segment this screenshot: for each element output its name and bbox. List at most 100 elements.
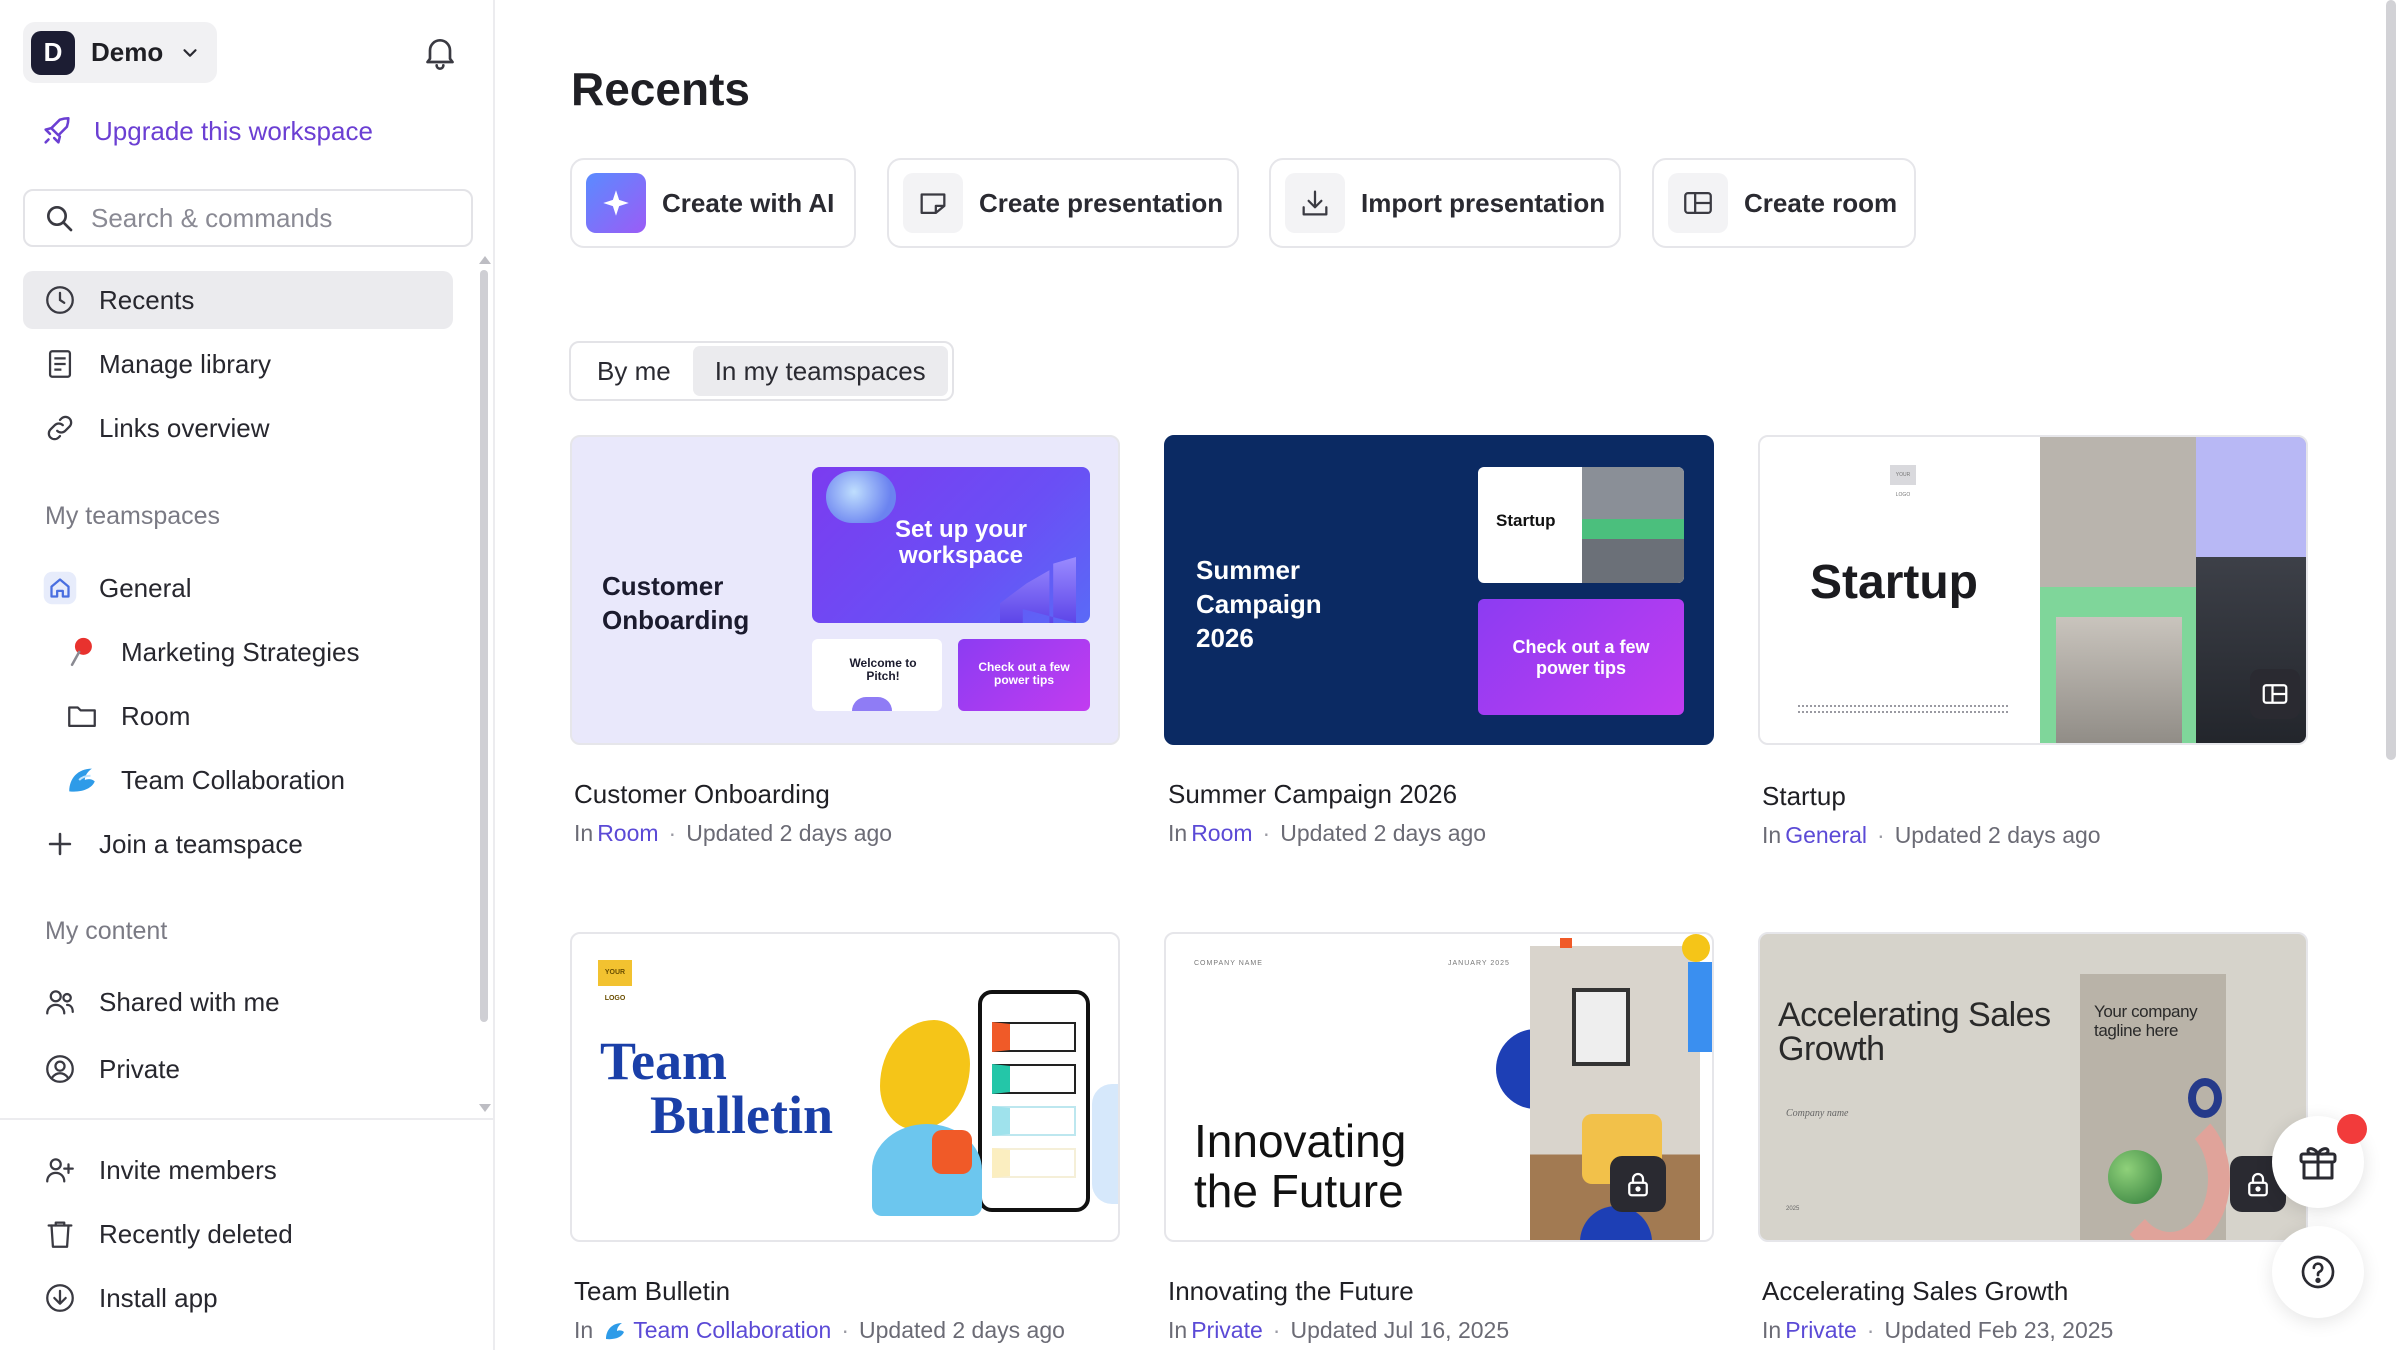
presentation-card[interactable]: Accelerating Sales Growth Company name 2… [1758, 932, 2308, 1344]
sidebar-item-shared-with-me[interactable]: Shared with me [23, 973, 453, 1031]
help-button[interactable] [2272, 1226, 2364, 1318]
create-room-button[interactable]: Create room [1652, 158, 1916, 248]
user-plus-icon [46, 1158, 74, 1183]
card-in-label: In [1168, 820, 1188, 846]
decor-orb [826, 471, 896, 523]
section-my-teamspaces: My teamspaces [45, 502, 221, 530]
trash-icon [47, 1221, 73, 1248]
main-scrollbar[interactable] [2386, 0, 2396, 760]
thumb-panel-a: Welcome to Pitch! [812, 639, 942, 711]
sidebar-item-team-collaboration[interactable]: Team Collaboration [23, 751, 453, 809]
thumb-panel-a-text: Startup [1496, 511, 1556, 530]
import-icon [1285, 173, 1345, 233]
filter-by-me[interactable]: By me [575, 346, 693, 396]
presentation-card[interactable]: Customer Onboarding Set up your workspac… [570, 435, 1120, 847]
card-title[interactable]: Accelerating Sales Growth [1758, 1276, 2308, 1307]
card-thumbnail[interactable]: Accelerating Sales Growth Company name 2… [1758, 932, 2308, 1242]
recently-deleted-button[interactable]: Recently deleted [23, 1205, 453, 1263]
create-with-ai-button[interactable]: Create with AI [570, 158, 856, 248]
card-meta: In Room · Updated 2 days ago [1164, 820, 1714, 847]
action-label: Import presentation [1361, 187, 1606, 218]
thumb-panel-b: Check out a few power tips [1478, 599, 1684, 715]
thumb-company: Company name [1786, 1108, 1849, 1119]
card-location-link[interactable]: General [1785, 822, 1867, 849]
thumb-photo-collage [2040, 437, 2306, 743]
thumb-panel-a: Startup [1478, 467, 1684, 583]
thumb-headline: Startup [1810, 556, 1978, 609]
sidebar-scroll-down[interactable] [479, 1104, 491, 1112]
card-thumbnail[interactable]: YOUR LOGO Team Bulletin [570, 932, 1120, 1242]
decor-row [992, 1148, 1076, 1178]
recents-filter: By me In my teamspaces [569, 341, 954, 401]
sidebar-item-private[interactable]: Private [23, 1040, 453, 1098]
download-icon [46, 1284, 74, 1312]
card-location-link[interactable]: Private [1191, 1317, 1263, 1344]
workspace-switcher[interactable]: D Demo [23, 22, 217, 83]
card-thumbnail[interactable]: Customer Onboarding Set up your workspac… [570, 435, 1120, 745]
presentation-card[interactable]: YOUR LOGO Team Bulletin Team Bulletin In… [570, 932, 1120, 1344]
card-meta: In Private · Updated Feb 23, 2025 [1758, 1317, 2308, 1344]
card-thumbnail[interactable]: YOUR LOGO Startup [1758, 435, 2308, 745]
action-label: Create presentation [979, 187, 1224, 218]
card-thumbnail[interactable]: COMPANY NAME JANUARY 2025 Innovating the… [1164, 932, 1714, 1242]
search-input[interactable] [91, 202, 451, 234]
card-title[interactable]: Customer Onboarding [570, 779, 1120, 810]
upgrade-workspace-link[interactable]: Upgrade this workspace [40, 114, 373, 148]
create-presentation-button[interactable]: Create presentation [887, 158, 1239, 248]
card-title[interactable]: Summer Campaign 2026 [1164, 779, 1714, 810]
search-icon [47, 206, 73, 232]
thumb-logo: YOUR LOGO [598, 960, 632, 1002]
import-presentation-button[interactable]: Import presentation [1269, 158, 1621, 248]
thumb-year: 2025 [1786, 1206, 1800, 1212]
join-teamspace-button[interactable]: Join a teamspace [23, 815, 453, 873]
presentation-card[interactable]: Summer Campaign 2026 Startup Check out a… [1164, 435, 1714, 847]
sidebar-item-marketing-strategies[interactable]: Marketing Strategies [23, 623, 453, 681]
install-app-button[interactable]: Install app [23, 1269, 453, 1327]
home-icon [43, 571, 77, 605]
sidebar-item-label: General [99, 572, 192, 603]
sidebar-item-general[interactable]: General [23, 559, 453, 617]
sidebar-item-label: Recently deleted [99, 1218, 293, 1249]
card-meta: In General · Updated 2 days ago [1758, 822, 2308, 849]
folder-icon [68, 706, 96, 728]
decor-row [992, 1064, 1076, 1094]
card-location-link[interactable]: Private [1785, 1317, 1857, 1344]
sidebar-item-label: Team Collaboration [121, 764, 346, 795]
search-box[interactable] [23, 189, 473, 247]
presentation-card[interactable]: YOUR LOGO Startup Startup In General · U… [1758, 435, 2308, 849]
invite-members-button[interactable]: Invite members [23, 1141, 453, 1199]
lock-icon [2248, 1172, 2268, 1197]
workspace-name: Demo [91, 37, 164, 67]
presentation-card[interactable]: COMPANY NAME JANUARY 2025 Innovating the… [1164, 932, 1714, 1344]
decor-blue-bar [1688, 962, 1712, 1052]
thumb-headline-2: the Future [1194, 1165, 1404, 1217]
card-updated: Updated 2 days ago [1280, 820, 1487, 846]
sidebar-item-links-overview[interactable]: Links overview [23, 399, 453, 457]
decor-green-sphere [2108, 1150, 2162, 1204]
filter-in-my-teamspaces[interactable]: In my teamspaces [692, 346, 948, 396]
card-title[interactable]: Innovating the Future [1164, 1276, 1714, 1307]
card-location-link[interactable]: Room [597, 820, 658, 847]
decor-frame [1572, 988, 1630, 1066]
sidebar-scrollbar[interactable] [480, 270, 488, 1022]
private-badge [1610, 1156, 1666, 1212]
card-title[interactable]: Team Bulletin [570, 1276, 1120, 1307]
card-title[interactable]: Startup [1758, 781, 2308, 812]
bell-icon[interactable] [420, 30, 460, 74]
card-location-link[interactable]: Team Collaboration [633, 1317, 831, 1344]
sidebar-item-manage-library[interactable]: Manage library [23, 335, 453, 393]
sidebar-item-room[interactable]: Room [23, 687, 453, 745]
decor-photo-people [2056, 617, 2182, 743]
meta-separator: · [1877, 822, 1885, 848]
card-thumbnail[interactable]: Summer Campaign 2026 Startup Check out a… [1164, 435, 1714, 745]
action-label: Create room [1744, 187, 1898, 218]
sidebar-scroll-up[interactable] [479, 256, 491, 264]
decor-panel: Your company tagline here [2080, 974, 2230, 1240]
wave-icon [606, 1322, 625, 1339]
sidebar-item-recents[interactable]: Recents [23, 271, 453, 329]
main-content: Recents Create with AI Create presentati… [497, 0, 2377, 1350]
thumb-headline-1: Innovating [1194, 1115, 1407, 1167]
sidebar-item-label: Install app [99, 1282, 218, 1313]
card-location-link[interactable]: Room [1191, 820, 1252, 847]
user-circle-icon [46, 1055, 74, 1083]
